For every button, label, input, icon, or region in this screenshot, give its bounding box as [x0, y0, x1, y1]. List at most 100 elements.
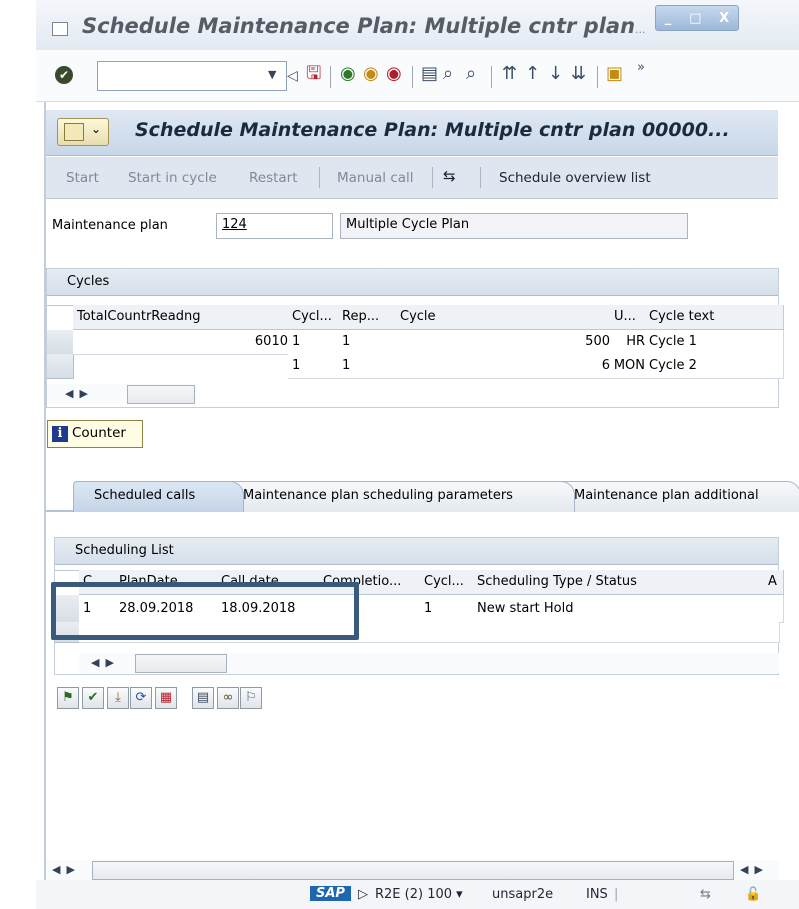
command-dropdown-icon[interactable]: ▼ [268, 68, 276, 81]
maximize-icon[interactable]: □ [689, 11, 701, 26]
scheduling-horizontal-scrollbar[interactable]: ◀▶ [79, 653, 779, 673]
row-selector[interactable] [47, 330, 74, 355]
server-name: unsapr2e [492, 887, 554, 902]
cycles-table-title: Cycles [47, 269, 778, 296]
next-page-icon[interactable]: ↓ [548, 64, 563, 84]
list-toolbar-group-4: ⚐ [240, 687, 262, 709]
cycle-number-cell: 1 [288, 354, 343, 379]
unit-cell: HR [610, 330, 649, 355]
col-repeat[interactable]: Rep... [338, 305, 401, 330]
scrollbar-thumb[interactable] [127, 385, 195, 404]
info-icon: i [52, 426, 68, 442]
sap-logo: SAP [310, 886, 351, 901]
skip-call-icon[interactable]: ⤓ [107, 687, 129, 709]
calendar-icon[interactable]: ▦ [155, 687, 177, 709]
col-scheduling-type-status[interactable]: Scheduling Type / Status [473, 570, 769, 595]
lock-icon[interactable]: 🔓 [745, 887, 761, 902]
command-field[interactable] [97, 61, 287, 91]
maintenance-plan-field[interactable]: 124 [216, 213, 333, 239]
complete-call-icon[interactable]: ✔ [82, 687, 104, 709]
screen-horizontal-scrollbar[interactable]: ◀▶ ◀▶ [46, 860, 779, 880]
repeat-cell: 1 [338, 354, 401, 379]
last-page-icon[interactable]: ⇊ [571, 64, 586, 84]
refresh-icon[interactable]: ⟳ [130, 687, 152, 709]
overview-toggle-icon[interactable]: ⇆ [443, 167, 456, 185]
list-toolbar-group-2: ⟳ ▦ [130, 687, 177, 709]
print-icon[interactable]: ▤ [421, 64, 438, 84]
tab-additional-data[interactable]: Maintenance plan additional [553, 481, 799, 512]
maintenance-plan-label: Maintenance plan [52, 218, 168, 233]
cycle-number-cell: 1 [288, 330, 343, 355]
back-nav-icon[interactable]: ◉ [340, 64, 356, 84]
cycle-text-cell: Cycle 2 [645, 354, 784, 379]
start-in-cycle-button[interactable]: Start in cycle [128, 170, 217, 186]
cycle-cell: 6 [396, 354, 614, 379]
exit-icon[interactable]: ◉ [363, 64, 379, 84]
maintenance-plan-description: Multiple Cycle Plan [340, 213, 688, 239]
col-cycle-number[interactable]: Cycl... [288, 305, 343, 330]
list-toolbar-group-3: ▤ ∞ [192, 687, 239, 709]
first-page-icon[interactable]: ⇈ [502, 64, 517, 84]
counter-button[interactable]: i Counter [47, 420, 143, 448]
restart-button[interactable]: Restart [249, 170, 298, 186]
release-call-icon[interactable]: ⚑ [57, 687, 79, 709]
window-title: Schedule Maintenance Plan: Multiple cntr… [82, 14, 646, 38]
status-separator: | [614, 887, 619, 902]
unit-cell: MON [610, 354, 647, 379]
layout-toggle-icon[interactable]: ⇆ [700, 887, 711, 902]
list-toolbar: ⚑ ✔ ⤓ [57, 687, 129, 709]
window-menu-icon[interactable] [52, 22, 68, 36]
status-expand-icon[interactable]: ▷ [358, 887, 368, 902]
col-cycle[interactable]: Cycl... [420, 570, 478, 595]
tab-scheduled-calls[interactable]: Scheduled calls [73, 481, 244, 512]
glasses-icon[interactable]: ∞ [217, 687, 239, 709]
repeat-cell: 1 [338, 330, 401, 355]
cycles-horizontal-scrollbar[interactable]: ◀▶ [47, 384, 197, 404]
col-cycle-text[interactable]: Cycle text [645, 305, 784, 330]
page-title: Schedule Maintenance Plan: Multiple cntr… [135, 119, 730, 141]
total-counter-reading-cell: 6010 [73, 330, 292, 355]
total-counter-reading-cell [73, 354, 292, 355]
row-selector[interactable] [47, 354, 74, 379]
scroll-right-arrow-icon[interactable]: ◀▶ [740, 863, 769, 876]
scrollbar-thumb[interactable] [92, 861, 734, 880]
col-a[interactable]: A [764, 570, 784, 595]
col-cycle[interactable]: Cycle [396, 305, 615, 330]
flag-icon[interactable]: ⚐ [240, 687, 262, 709]
cycle-cell: 500 [396, 330, 614, 355]
tab-scheduling-parameters[interactable]: Maintenance plan scheduling parameters [222, 481, 575, 512]
manual-call-button[interactable]: Manual call [337, 170, 414, 186]
highlight-frame [51, 582, 359, 640]
find-icon[interactable]: ⌕ [443, 64, 453, 84]
cycle-cell: 1 [420, 595, 478, 623]
cycle-text-cell: Cycle 1 [645, 330, 784, 355]
scroll-arrows-icon[interactable]: ◀▶ [65, 387, 94, 400]
window-controls: _ □ X [655, 5, 739, 31]
prev-page-icon[interactable]: ↑ [525, 64, 540, 84]
scrollbar-thumb[interactable] [135, 654, 227, 673]
enter-icon[interactable]: ✔ [55, 66, 73, 84]
scheduling-list-title: Scheduling List [55, 538, 778, 565]
insert-mode[interactable]: INS [586, 887, 608, 902]
calculator-icon[interactable]: ▤ [192, 687, 214, 709]
display-object-button[interactable]: ⌄ [57, 118, 109, 146]
a-cell [764, 595, 784, 623]
layout-icon[interactable]: ▣ [606, 64, 623, 84]
col-total-counter-reading[interactable]: TotalCountrReadng [73, 305, 293, 330]
col-unit[interactable]: U... [610, 305, 650, 330]
object-icon [64, 123, 84, 141]
more-toolbar-icon[interactable]: » [637, 58, 645, 78]
schedule-overview-list-button[interactable]: Schedule overview list [499, 170, 651, 186]
back-icon[interactable]: ◁ [287, 66, 298, 86]
chevron-down-icon: ⌄ [91, 122, 102, 136]
find-next-icon[interactable]: ⌕ [466, 64, 476, 84]
minimize-icon[interactable]: _ [665, 11, 672, 26]
scheduling-type-status-cell: New start Hold [473, 595, 769, 623]
start-button[interactable]: Start [66, 170, 99, 186]
scroll-arrows-icon[interactable]: ◀▶ [91, 656, 120, 669]
system-info[interactable]: R2E (2) 100 ▾ [375, 887, 463, 902]
cancel-icon[interactable]: ◉ [386, 64, 402, 84]
scroll-left-arrow-icon[interactable]: ◀▶ [52, 863, 81, 876]
save-icon[interactable]: 🖫 [306, 64, 321, 84]
close-icon[interactable]: X [719, 11, 729, 26]
